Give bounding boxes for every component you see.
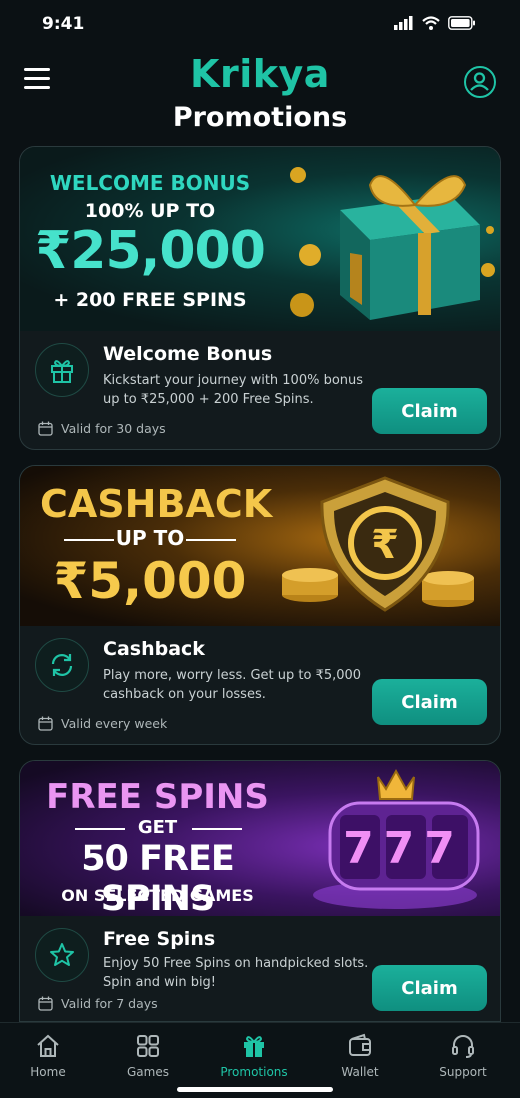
promo-validity: Valid for 7 days <box>38 996 158 1011</box>
signal-icon <box>394 16 413 30</box>
promo-title: Free Spins <box>103 928 216 950</box>
gift-icon <box>244 1036 264 1057</box>
tab-label: Home <box>30 1065 66 1079</box>
shield-illustration: ₹ <box>282 476 474 612</box>
tab-promotions[interactable]: Promotions <box>204 1033 304 1079</box>
welcome-banner: WELCOME BONUS 100% UP TO ₹25,000 + 200 F… <box>20 147 500 331</box>
gift-icon <box>35 343 89 397</box>
promo-description: Enjoy 50 Free Spins on handpicked slots.… <box>103 956 369 990</box>
banner-subline: 100% UP TO <box>84 200 216 222</box>
gift-box-illustration <box>290 167 495 320</box>
validity-text: Valid for 7 days <box>61 996 158 1011</box>
calendar-icon <box>38 996 53 1011</box>
battery-icon <box>448 16 475 30</box>
home-indicator <box>177 1087 333 1092</box>
refresh-icon <box>35 638 89 692</box>
promo-card-welcome: WELCOME BONUS 100% UP TO ₹25,000 + 200 F… <box>19 146 501 450</box>
status-time: 9:41 <box>42 14 85 34</box>
slot-machine-illustration: 777 <box>313 768 480 909</box>
tab-home[interactable]: Home <box>0 1033 98 1079</box>
calendar-icon <box>38 716 53 731</box>
tab-games[interactable]: Games <box>98 1033 198 1079</box>
home-icon <box>37 1034 59 1057</box>
headset-icon <box>452 1035 474 1058</box>
banner-extra: + 200 FREE SPINS <box>53 289 247 311</box>
promo-validity: Valid for 30 days <box>38 421 166 436</box>
banner-amount: ₹25,000 <box>35 221 266 281</box>
banner-amount: 50 FREE SPINS <box>81 839 235 919</box>
cashback-banner: CASHBACK UP TO ₹5,000 ₹ <box>20 466 500 626</box>
free-spins-card-body: Free Spins Enjoy 50 Free Spins on handpi… <box>20 916 500 1021</box>
tab-support[interactable]: Support <box>413 1033 513 1079</box>
free-spins-banner: FREE SPINS GET 50 FREE SPINS ON SELECTED… <box>20 761 500 919</box>
status-icons <box>394 16 476 30</box>
validity-text: Valid every week <box>61 716 168 731</box>
welcome-card-body: Welcome Bonus Kickstart your journey wit… <box>20 331 500 449</box>
promo-description: Play more, worry less. Get up to ₹5,000 … <box>103 668 362 702</box>
status-bar: 9:41 <box>0 0 520 50</box>
promo-card-free-spins: FREE SPINS GET 50 FREE SPINS ON SELECTED… <box>19 760 501 1022</box>
banner-extra: ON SELECTED GAMES <box>61 886 254 905</box>
tab-wallet[interactable]: Wallet <box>310 1033 410 1079</box>
tab-label: Promotions <box>220 1065 288 1079</box>
banner-amount: ₹5,000 <box>53 552 247 610</box>
cashback-card-body: Cashback Play more, worry less. Get up t… <box>20 626 500 744</box>
promo-title: Welcome Bonus <box>103 343 273 365</box>
banner-headline: FREE SPINS <box>46 777 269 817</box>
calendar-icon <box>38 421 53 436</box>
banner-subline: UP TO <box>115 526 185 550</box>
promo-description: Kickstart your journey with 100% bonus u… <box>103 373 364 407</box>
svg-text:₹: ₹ <box>371 522 399 568</box>
brand-logo: Krikya <box>190 52 330 96</box>
page-title: Promotions <box>172 102 348 133</box>
tab-label: Games <box>127 1065 169 1079</box>
star-icon <box>35 928 89 982</box>
tab-label: Support <box>439 1065 487 1079</box>
wallet-icon <box>349 1033 371 1056</box>
grid-icon <box>137 1035 159 1057</box>
promo-validity: Valid every week <box>38 716 167 731</box>
promo-card-cashback: CASHBACK UP TO ₹5,000 ₹ Cashback Play mo… <box>19 465 501 745</box>
profile-icon[interactable] <box>464 66 496 98</box>
promo-title: Cashback <box>103 638 205 660</box>
claim-button[interactable]: Claim <box>372 965 487 1011</box>
wifi-icon <box>422 16 440 30</box>
claim-button[interactable]: Claim <box>372 388 487 434</box>
banner-headline: WELCOME BONUS <box>49 171 251 195</box>
banner-subline: GET <box>137 817 178 838</box>
claim-button[interactable]: Claim <box>372 679 487 725</box>
banner-headline: CASHBACK <box>40 482 273 526</box>
tab-label: Wallet <box>341 1065 379 1079</box>
validity-text: Valid for 30 days <box>61 421 166 436</box>
slot-reel-text: 777 <box>343 823 465 874</box>
